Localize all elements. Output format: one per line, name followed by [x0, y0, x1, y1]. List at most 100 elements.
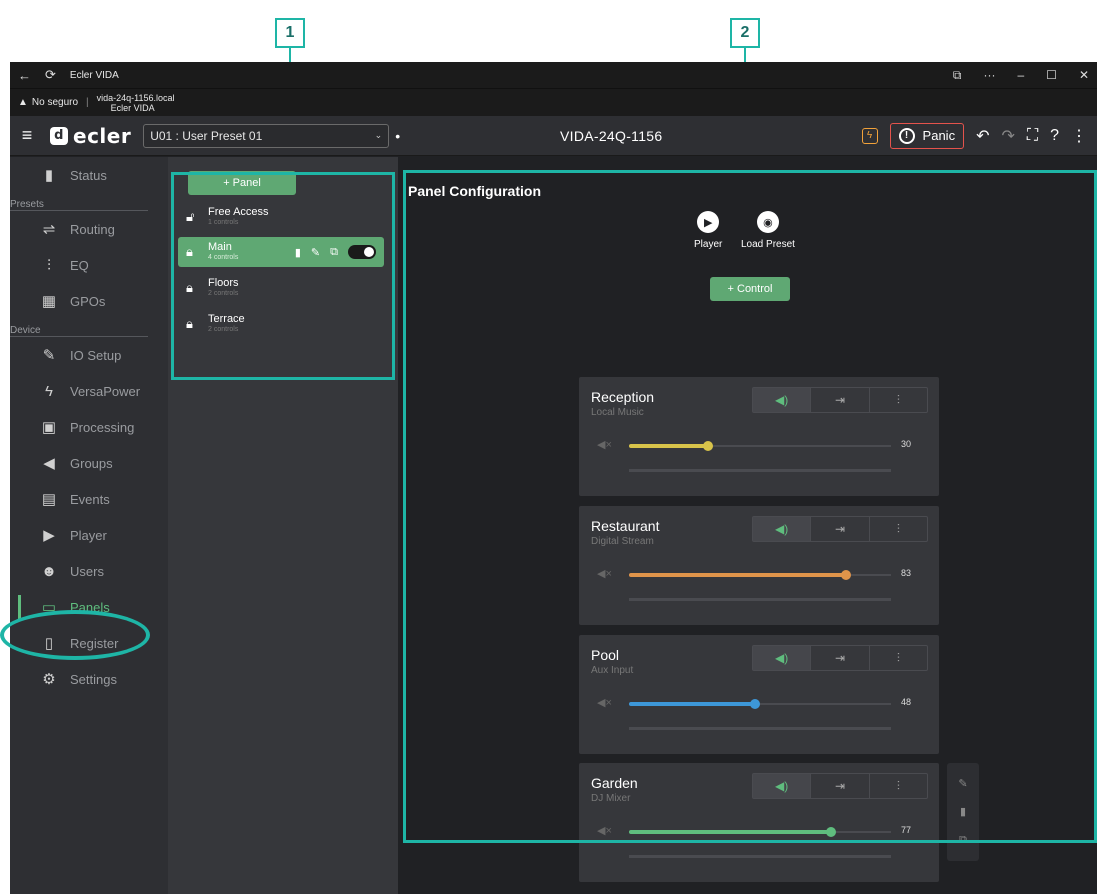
menu-icon[interactable]: ≡ [12, 125, 42, 146]
routing-icon: ⇌ [42, 221, 56, 238]
minimize-icon[interactable]: – [1017, 68, 1024, 83]
sidebar-item-users[interactable]: ☻ Users [10, 553, 168, 589]
refresh-icon[interactable]: ⟳ [45, 67, 56, 83]
undo-icon[interactable]: ↶ [976, 126, 989, 146]
help-icon[interactable]: ? [1050, 127, 1059, 145]
volume-slider[interactable] [629, 699, 891, 709]
sidebar-item-player[interactable]: ▶ Player [10, 517, 168, 553]
control-source: DJ Mixer [591, 793, 631, 804]
mixer-tab-icon[interactable]: ⫶ [868, 774, 927, 798]
volume-tab-icon[interactable]: ◀) [753, 388, 811, 412]
control-mode-tabs: ◀) ⇥ ⫶ [752, 516, 928, 542]
sidebar-item-events[interactable]: ▤ Events [10, 481, 168, 517]
sidebar-item-io-setup[interactable]: ✎ IO Setup [10, 337, 168, 373]
panic-button[interactable]: ! Panic [889, 122, 965, 149]
control-name: Garden [591, 775, 638, 791]
control-source: Digital Stream [591, 536, 654, 547]
input-tab-icon[interactable]: ⇥ [810, 774, 868, 798]
section-presets: Presets [10, 193, 148, 211]
quick-player[interactable]: ▶ Player [694, 211, 722, 250]
security-label: No seguro [31, 97, 79, 108]
control-card: Restaurant Digital Stream ◀) ⇥ ⫶ ◀× 83 [579, 506, 939, 625]
input-tab-icon[interactable]: ⇥ [810, 517, 868, 541]
volume-knob[interactable] [749, 699, 760, 709]
volume-knob[interactable] [702, 441, 713, 451]
redo-icon[interactable]: ↷ [1001, 126, 1014, 146]
mute-icon[interactable]: ◀× [597, 824, 612, 837]
delete-icon[interactable]: ▮ [960, 805, 966, 818]
power-icon[interactable]: ϟ [861, 127, 878, 144]
volume-slider[interactable] [629, 827, 891, 837]
volume-slider[interactable] [629, 570, 891, 580]
input-tab-icon[interactable]: ⇥ [810, 646, 868, 670]
edit-icon[interactable]: ✎ [311, 246, 320, 259]
level-meter [629, 727, 891, 730]
level-meter [629, 469, 891, 472]
volume-value: 83 [901, 568, 912, 578]
delete-icon[interactable]: ▮ [295, 246, 301, 259]
app-icon[interactable]: ⧉ [953, 68, 962, 83]
panel-enabled-toggle[interactable] [348, 245, 376, 259]
volume-tab-icon[interactable]: ◀) [753, 646, 811, 670]
mixer-tab-icon[interactable]: ⫶ [868, 646, 927, 670]
panels-icon: ▭ [41, 599, 57, 616]
maximize-icon[interactable]: ☐ [1046, 68, 1057, 83]
preset-select[interactable]: U01 : User Preset 01 ⌄ [143, 123, 390, 148]
mixer-tab-icon[interactable]: ⫶ [868, 517, 927, 541]
edit-icon[interactable]: ✎ [958, 777, 967, 790]
volume-knob[interactable] [841, 570, 852, 580]
more-vert-icon[interactable]: ⋮ [1071, 126, 1087, 146]
alert-icon: ! [898, 127, 915, 144]
gear-icon: ⚙ [42, 671, 56, 688]
volume-fill [629, 702, 755, 706]
sidebar-item-groups[interactable]: ◀ Groups [10, 445, 168, 481]
panel-item-floors[interactable]: 🔒︎ Floors 2 controls [178, 273, 384, 303]
quick-load-preset[interactable]: ◉ Load Preset [741, 211, 795, 250]
copy-icon[interactable]: ⧉ [959, 834, 967, 847]
panel-item-free-access[interactable]: 🔓︎ Free Access 1 controls [178, 202, 384, 232]
volume-knob[interactable] [825, 827, 836, 837]
sidebar-item-register[interactable]: ▯ Register [10, 625, 168, 661]
palette-icon: ◉ [756, 211, 779, 233]
screenshot-page: 1 2 ← ⟳ Ecler VIDA ⧉ ··· – ☐ ✕ ▲ No segu… [0, 0, 1097, 894]
sidebar-item-gpos[interactable]: ▦ GPOs [10, 283, 168, 319]
sidebar-item-versapower[interactable]: ϟ VersaPower [10, 373, 168, 409]
more-icon[interactable]: ··· [983, 68, 995, 83]
app-header: ≡ d ecler U01 : User Preset 01 ⌄ • VIDA-… [10, 116, 1097, 156]
mute-icon[interactable]: ◀× [597, 438, 612, 451]
sidebar-item-panels[interactable]: ▭ Panels [10, 589, 168, 625]
unsaved-indicator: • [395, 127, 401, 144]
calendar-icon: ▤ [41, 491, 57, 508]
mute-icon[interactable]: ◀× [597, 567, 612, 580]
add-panel-button[interactable]: + Panel [188, 171, 296, 195]
sidebar-item-routing[interactable]: ⇌ Routing [10, 211, 168, 247]
control-card: Reception Local Music ◀) ⇥ ⫶ ◀× 30 [579, 377, 939, 496]
panel-item-main[interactable]: 🔒︎ Main 4 controls ▮ ✎ ⧉ [178, 237, 384, 267]
mixer-tab-icon[interactable]: ⫶ [868, 388, 927, 412]
panel-item-terrace[interactable]: 🔒︎ Terrace 2 controls [178, 309, 384, 339]
volume-tab-icon[interactable]: ◀) [753, 774, 811, 798]
volume-tab-icon[interactable]: ◀) [753, 517, 811, 541]
control-name: Pool [591, 647, 620, 663]
status-icon: ▮ [44, 167, 54, 184]
fullscreen-icon[interactable]: ⛶ [1027, 127, 1038, 145]
mute-icon[interactable]: ◀× [597, 696, 612, 709]
logo-text: ecler [73, 123, 132, 148]
device-name: VIDA-24Q-1156 [560, 127, 663, 144]
users-icon: ☻ [41, 562, 57, 580]
sidebar-item-status[interactable]: ▮ Status [10, 157, 168, 193]
close-icon[interactable]: ✕ [1079, 68, 1089, 83]
volume-slider[interactable] [629, 441, 891, 451]
address-bar[interactable]: ▲ No seguro | vida-24q-1156.local Ecler … [10, 88, 1097, 116]
sidebar-item-processing[interactable]: ▣ Processing [10, 409, 168, 445]
sidebar-item-eq[interactable]: ⫶ EQ [10, 247, 168, 283]
input-tab-icon[interactable]: ⇥ [810, 388, 868, 412]
volume-fill [629, 444, 708, 448]
sidebar-item-settings[interactable]: ⚙ Settings [10, 661, 168, 697]
copy-icon[interactable]: ⧉ [330, 246, 338, 259]
sidebar: ▮ Status Presets ⇌ Routing ⫶ EQ ▦ GPOs D… [10, 157, 168, 894]
add-control-button[interactable]: + Control [710, 277, 790, 301]
back-icon[interactable]: ← [18, 68, 31, 83]
control-mode-tabs: ◀) ⇥ ⫶ [752, 773, 928, 799]
title-bar: ← ⟳ Ecler VIDA ⧉ ··· – ☐ ✕ [10, 62, 1097, 88]
